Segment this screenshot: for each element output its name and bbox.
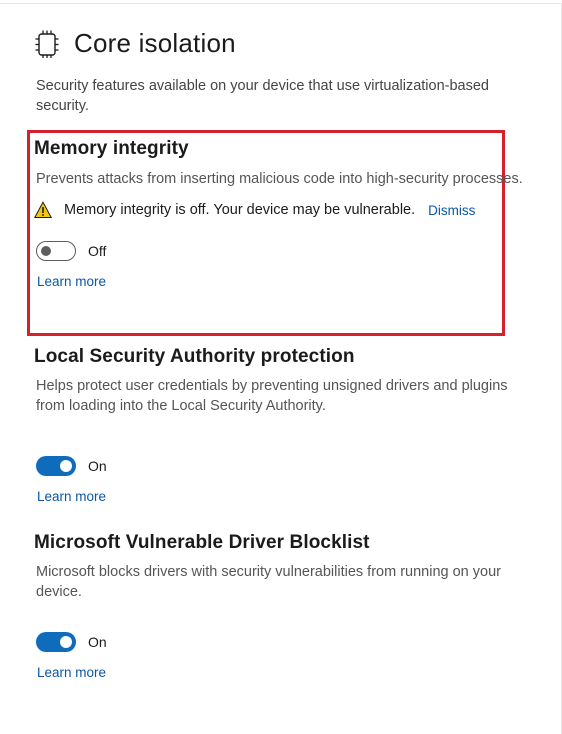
lsa-protection-section: Local Security Authority protection Help… — [34, 346, 534, 506]
memory-integrity-section: Memory integrity Prevents attacks from i… — [34, 138, 534, 291]
toggle-state-label: On — [88, 634, 107, 650]
section-description: Prevents attacks from inserting maliciou… — [36, 171, 523, 187]
driver-blocklist-toggle-row: On — [34, 632, 534, 652]
section-description: Microsoft blocks drivers with security v… — [36, 564, 501, 600]
page-title: Core isolation — [74, 28, 236, 58]
memory-integrity-toggle[interactable] — [36, 241, 76, 261]
learn-more-link[interactable]: Learn more — [34, 274, 106, 289]
page-header: Core isolation — [35, 28, 236, 59]
toggle-knob — [60, 636, 72, 648]
section-description: Helps protect user credentials by preven… — [36, 378, 508, 414]
section-title: Memory integrity — [34, 138, 189, 159]
section-title: Microsoft Vulnerable Driver Blocklist — [34, 532, 370, 553]
core-isolation-chip-icon — [35, 29, 59, 59]
lsa-toggle-row: On — [34, 456, 534, 476]
warning-text: Memory integrity is off. Your device may… — [64, 202, 416, 218]
page-description: Security features available on your devi… — [36, 78, 489, 114]
learn-more-link[interactable]: Learn more — [34, 489, 106, 504]
toggle-knob — [60, 460, 72, 472]
lsa-protection-toggle[interactable] — [36, 456, 76, 476]
driver-blocklist-section: Microsoft Vulnerable Driver Blocklist Mi… — [34, 532, 534, 682]
section-title: Local Security Authority protection — [34, 346, 355, 367]
toggle-state-label: On — [88, 458, 107, 474]
toggle-state-label: Off — [88, 243, 107, 259]
learn-more-link[interactable]: Learn more — [34, 665, 106, 680]
driver-blocklist-toggle[interactable] — [36, 632, 76, 652]
dismiss-link[interactable]: Dismiss — [428, 203, 475, 218]
memory-integrity-toggle-row: Off — [34, 241, 534, 261]
warning-icon — [34, 201, 52, 219]
memory-integrity-warning: Memory integrity is off. Your device may… — [34, 201, 534, 219]
top-divider — [0, 3, 560, 4]
toggle-knob — [41, 246, 51, 256]
